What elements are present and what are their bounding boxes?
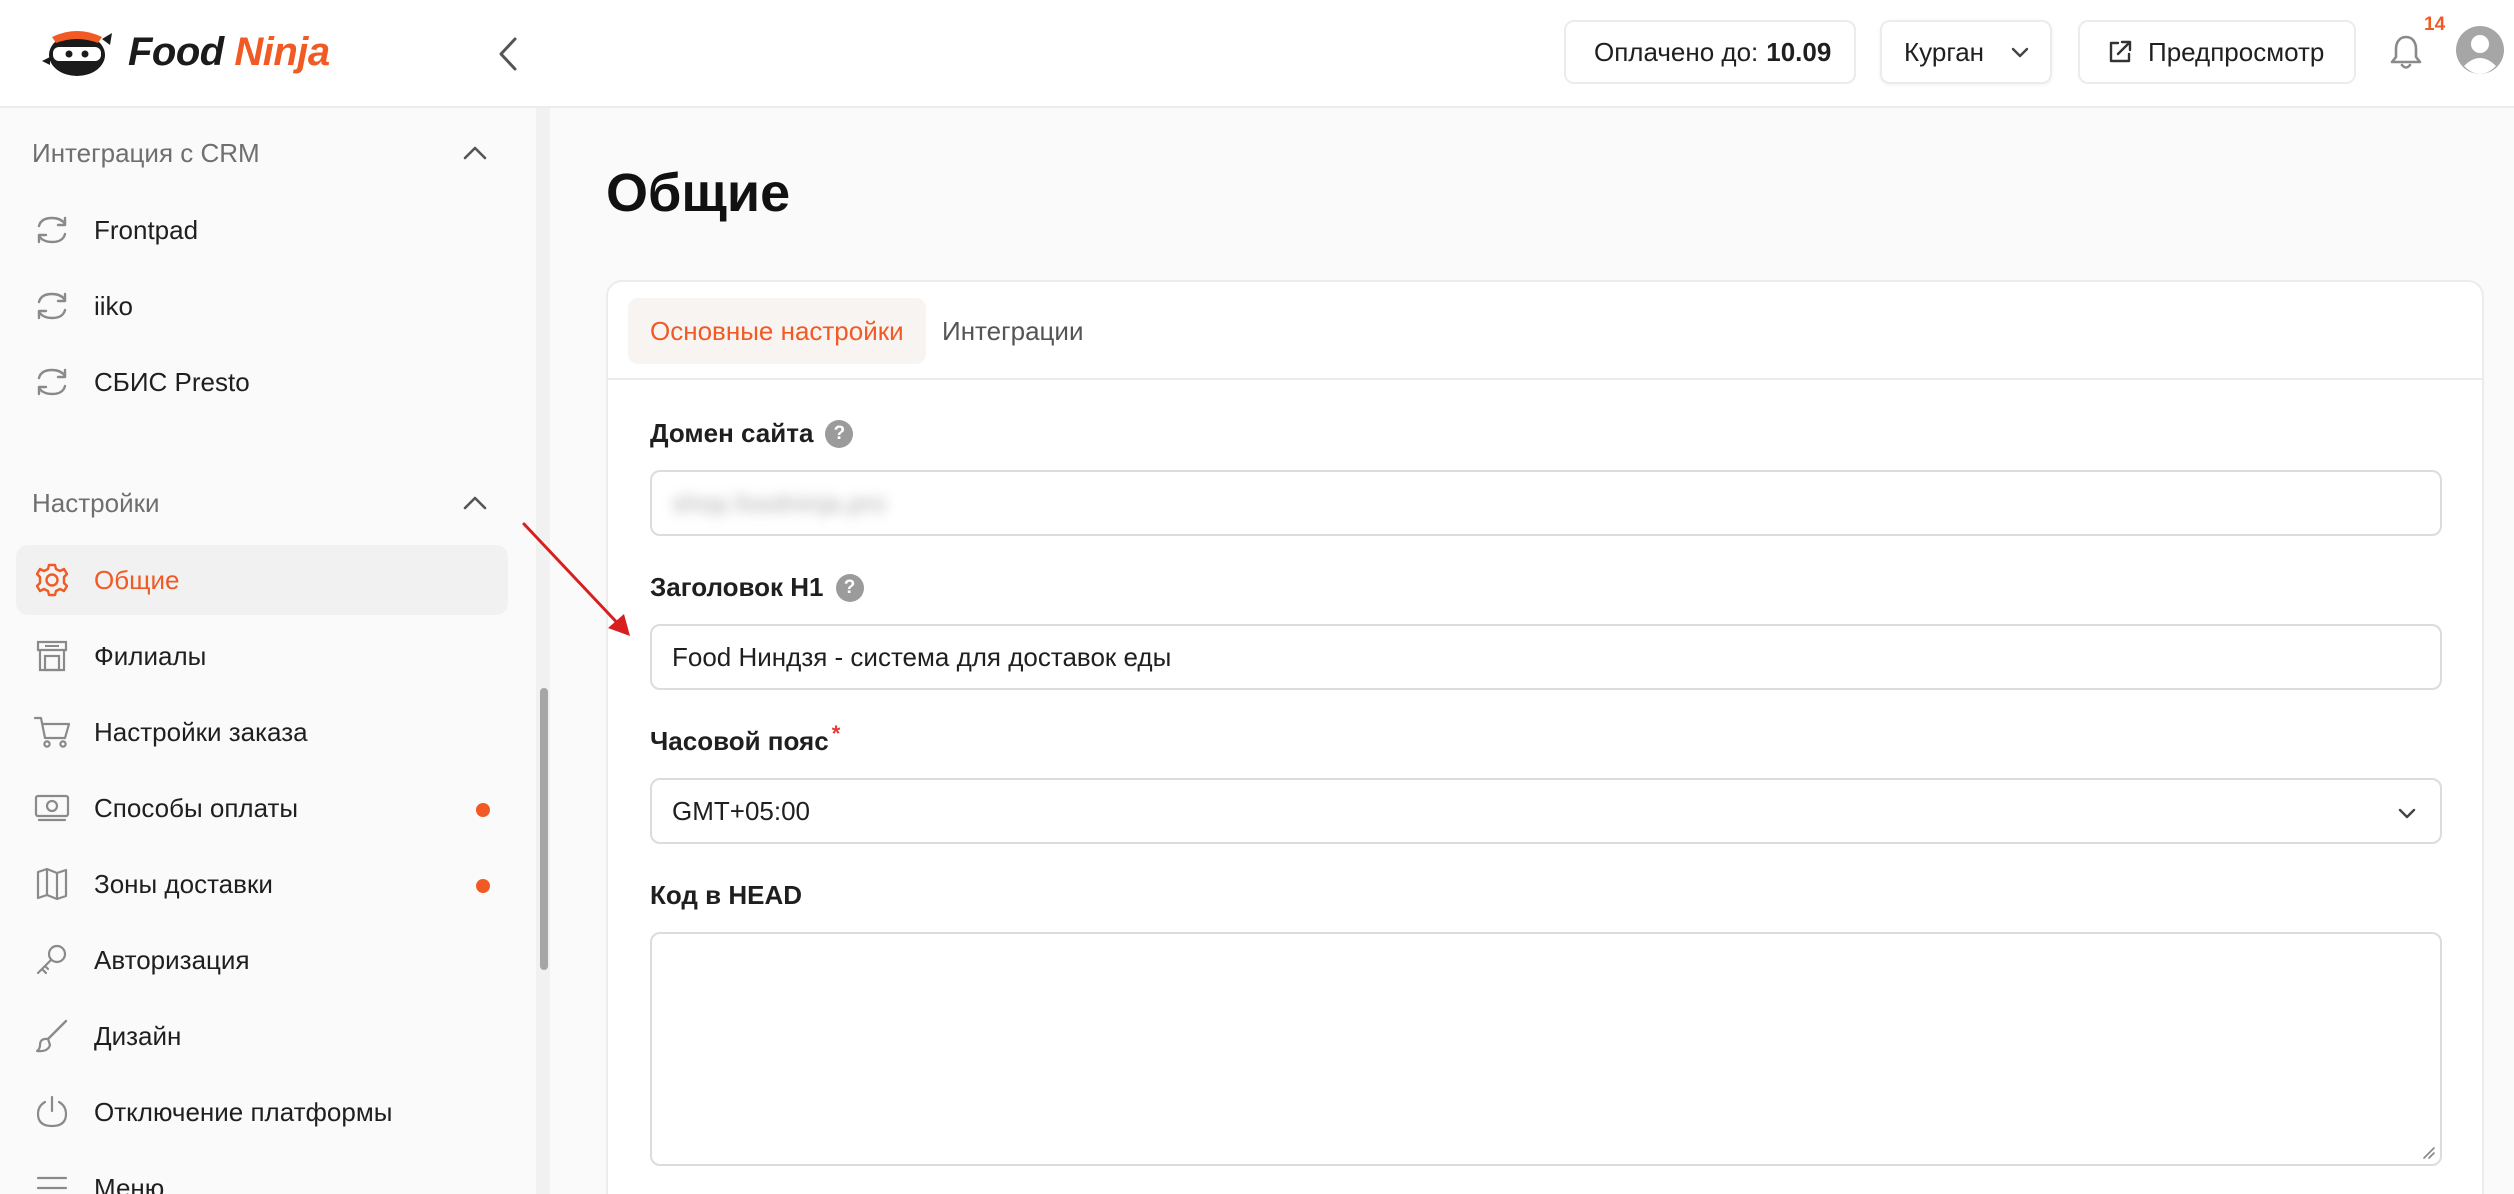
top-header: Food Ninja Оплачено до: 10.09 Курган Пре… [0, 0, 2514, 108]
head-code-textarea[interactable] [650, 932, 2442, 1166]
notifications-count-badge: 14 [2424, 14, 2446, 35]
sidebar-item-authorization[interactable]: Авторизация [16, 925, 508, 995]
city-select-value: Курган [1904, 36, 1985, 67]
sidebar-item-order-settings[interactable]: Настройки заказа [16, 697, 508, 767]
sync-icon [32, 286, 72, 326]
h1-title-input[interactable]: Food Ниндзя - система для доставок еды [650, 624, 2442, 690]
head-code-field-label: Код в HEAD [650, 880, 803, 910]
user-avatar-icon [2456, 26, 2504, 74]
money-icon [32, 788, 72, 828]
sync-icon [32, 362, 72, 402]
sidebar-item-payment-methods[interactable]: Способы оплаты [16, 773, 508, 843]
chevron-down-icon [2398, 808, 2416, 819]
attention-dot [476, 879, 490, 893]
sidebar-item-label: Авторизация [94, 944, 250, 975]
help-icon[interactable]: ? [835, 573, 864, 602]
logo-text: Food Ninja [128, 29, 330, 74]
gear-icon [32, 560, 72, 600]
sidebar-item-label: Меню [94, 1172, 165, 1194]
timezone-field-label: Часовой пояс * [650, 720, 841, 757]
section-title-settings: Настройки [32, 488, 160, 518]
h1-title-input-value: Food Ниндзя - система для доставок еды [672, 641, 1172, 672]
key-icon [32, 940, 72, 980]
sidebar-item-label: Зоны доставки [94, 868, 273, 899]
attention-dot [476, 803, 490, 817]
required-mark: * [831, 720, 841, 746]
logo[interactable]: Food Ninja [40, 22, 330, 82]
cart-icon [32, 712, 72, 752]
chevron-left-icon [499, 37, 517, 71]
sidebar-item-menu[interactable]: Меню [16, 1153, 508, 1194]
power-icon [32, 1092, 72, 1132]
avatar[interactable] [2454, 24, 2506, 76]
sidebar-item-label: Дизайн [94, 1020, 182, 1051]
resize-handle-icon[interactable] [2420, 1144, 2436, 1160]
sidebar-item-label: Общие [94, 564, 180, 595]
collapse-sidebar-button[interactable] [480, 26, 536, 82]
section-title-crm: Интеграция с CRM [32, 138, 260, 168]
menu-icon [32, 1168, 72, 1194]
chevron-down-icon [2011, 47, 2029, 58]
page-title: Общие [606, 163, 791, 223]
sidebar-item-sbis-presto[interactable]: СБИС Presto [16, 347, 508, 417]
sidebar-item-label: Отключение платформы [94, 1096, 393, 1127]
sidebar-item-label: iiko [94, 290, 134, 321]
annotation-arrow [522, 522, 630, 636]
sidebar-item-label: Филиалы [94, 640, 207, 671]
tab-integrations[interactable]: Интеграции [920, 298, 1105, 364]
paid-until-value: 10.09 [1766, 36, 1832, 67]
help-icon[interactable]: ? [825, 419, 854, 448]
city-select[interactable]: Курган [1880, 20, 2052, 84]
domain-input[interactable]: shop.foodninja.pro [650, 470, 2442, 536]
chevron-up-icon[interactable] [460, 492, 490, 514]
external-link-icon [2109, 40, 2132, 63]
domain-input-value: shop.foodninja.pro [672, 487, 886, 518]
sidebar-scrollbar[interactable] [536, 108, 550, 1194]
sidebar: Интеграция с CRM Frontpad iiko СБИС Pres… [0, 108, 536, 1194]
brush-icon [32, 1016, 72, 1056]
ninja-logo-icon [42, 31, 112, 76]
sidebar-item-iiko[interactable]: iiko [16, 271, 508, 341]
sidebar-item-frontpad[interactable]: Frontpad [16, 195, 508, 265]
preview-label: Предпросмотр [2148, 36, 2325, 67]
main-content: Общие Основные настройки Интеграции Доме… [550, 108, 2514, 1194]
sidebar-item-label: Frontpad [94, 214, 199, 245]
tab-bar: Основные настройки Интеграции [608, 282, 2482, 380]
sidebar-item-design[interactable]: Дизайн [16, 1001, 508, 1071]
sidebar-item-general[interactable]: Общие [16, 545, 508, 615]
store-icon [32, 636, 72, 676]
sidebar-item-disable-platform[interactable]: Отключение платформы [16, 1077, 508, 1147]
sidebar-scrollbar-thumb[interactable] [540, 688, 548, 970]
paid-until-label: Оплачено до: [1594, 36, 1759, 67]
sidebar-item-label: Настройки заказа [94, 716, 308, 747]
paid-until-badge: Оплачено до: 10.09 [1564, 20, 1856, 84]
timezone-select[interactable]: GMT+05:00 [650, 778, 2442, 844]
sidebar-item-label: СБИС Presto [94, 366, 250, 397]
preview-button[interactable]: Предпросмотр [2078, 20, 2356, 84]
timezone-select-value: GMT+05:00 [672, 795, 811, 826]
sidebar-item-branches[interactable]: Филиалы [16, 621, 508, 691]
settings-card: Основные настройки Интеграции Домен сайт… [606, 280, 2484, 1194]
sync-icon [32, 210, 72, 250]
h1-field-label: Заголовок H1 ? [650, 572, 864, 603]
tab-basic-settings[interactable]: Основные настройки [628, 298, 926, 364]
map-icon [32, 864, 72, 904]
bell-icon [2390, 35, 2422, 69]
sidebar-item-label: Способы оплаты [94, 792, 299, 823]
domain-field-label: Домен сайта ? [650, 418, 854, 449]
sidebar-item-delivery-zones[interactable]: Зоны доставки [16, 849, 508, 919]
chevron-up-icon[interactable] [460, 142, 490, 164]
